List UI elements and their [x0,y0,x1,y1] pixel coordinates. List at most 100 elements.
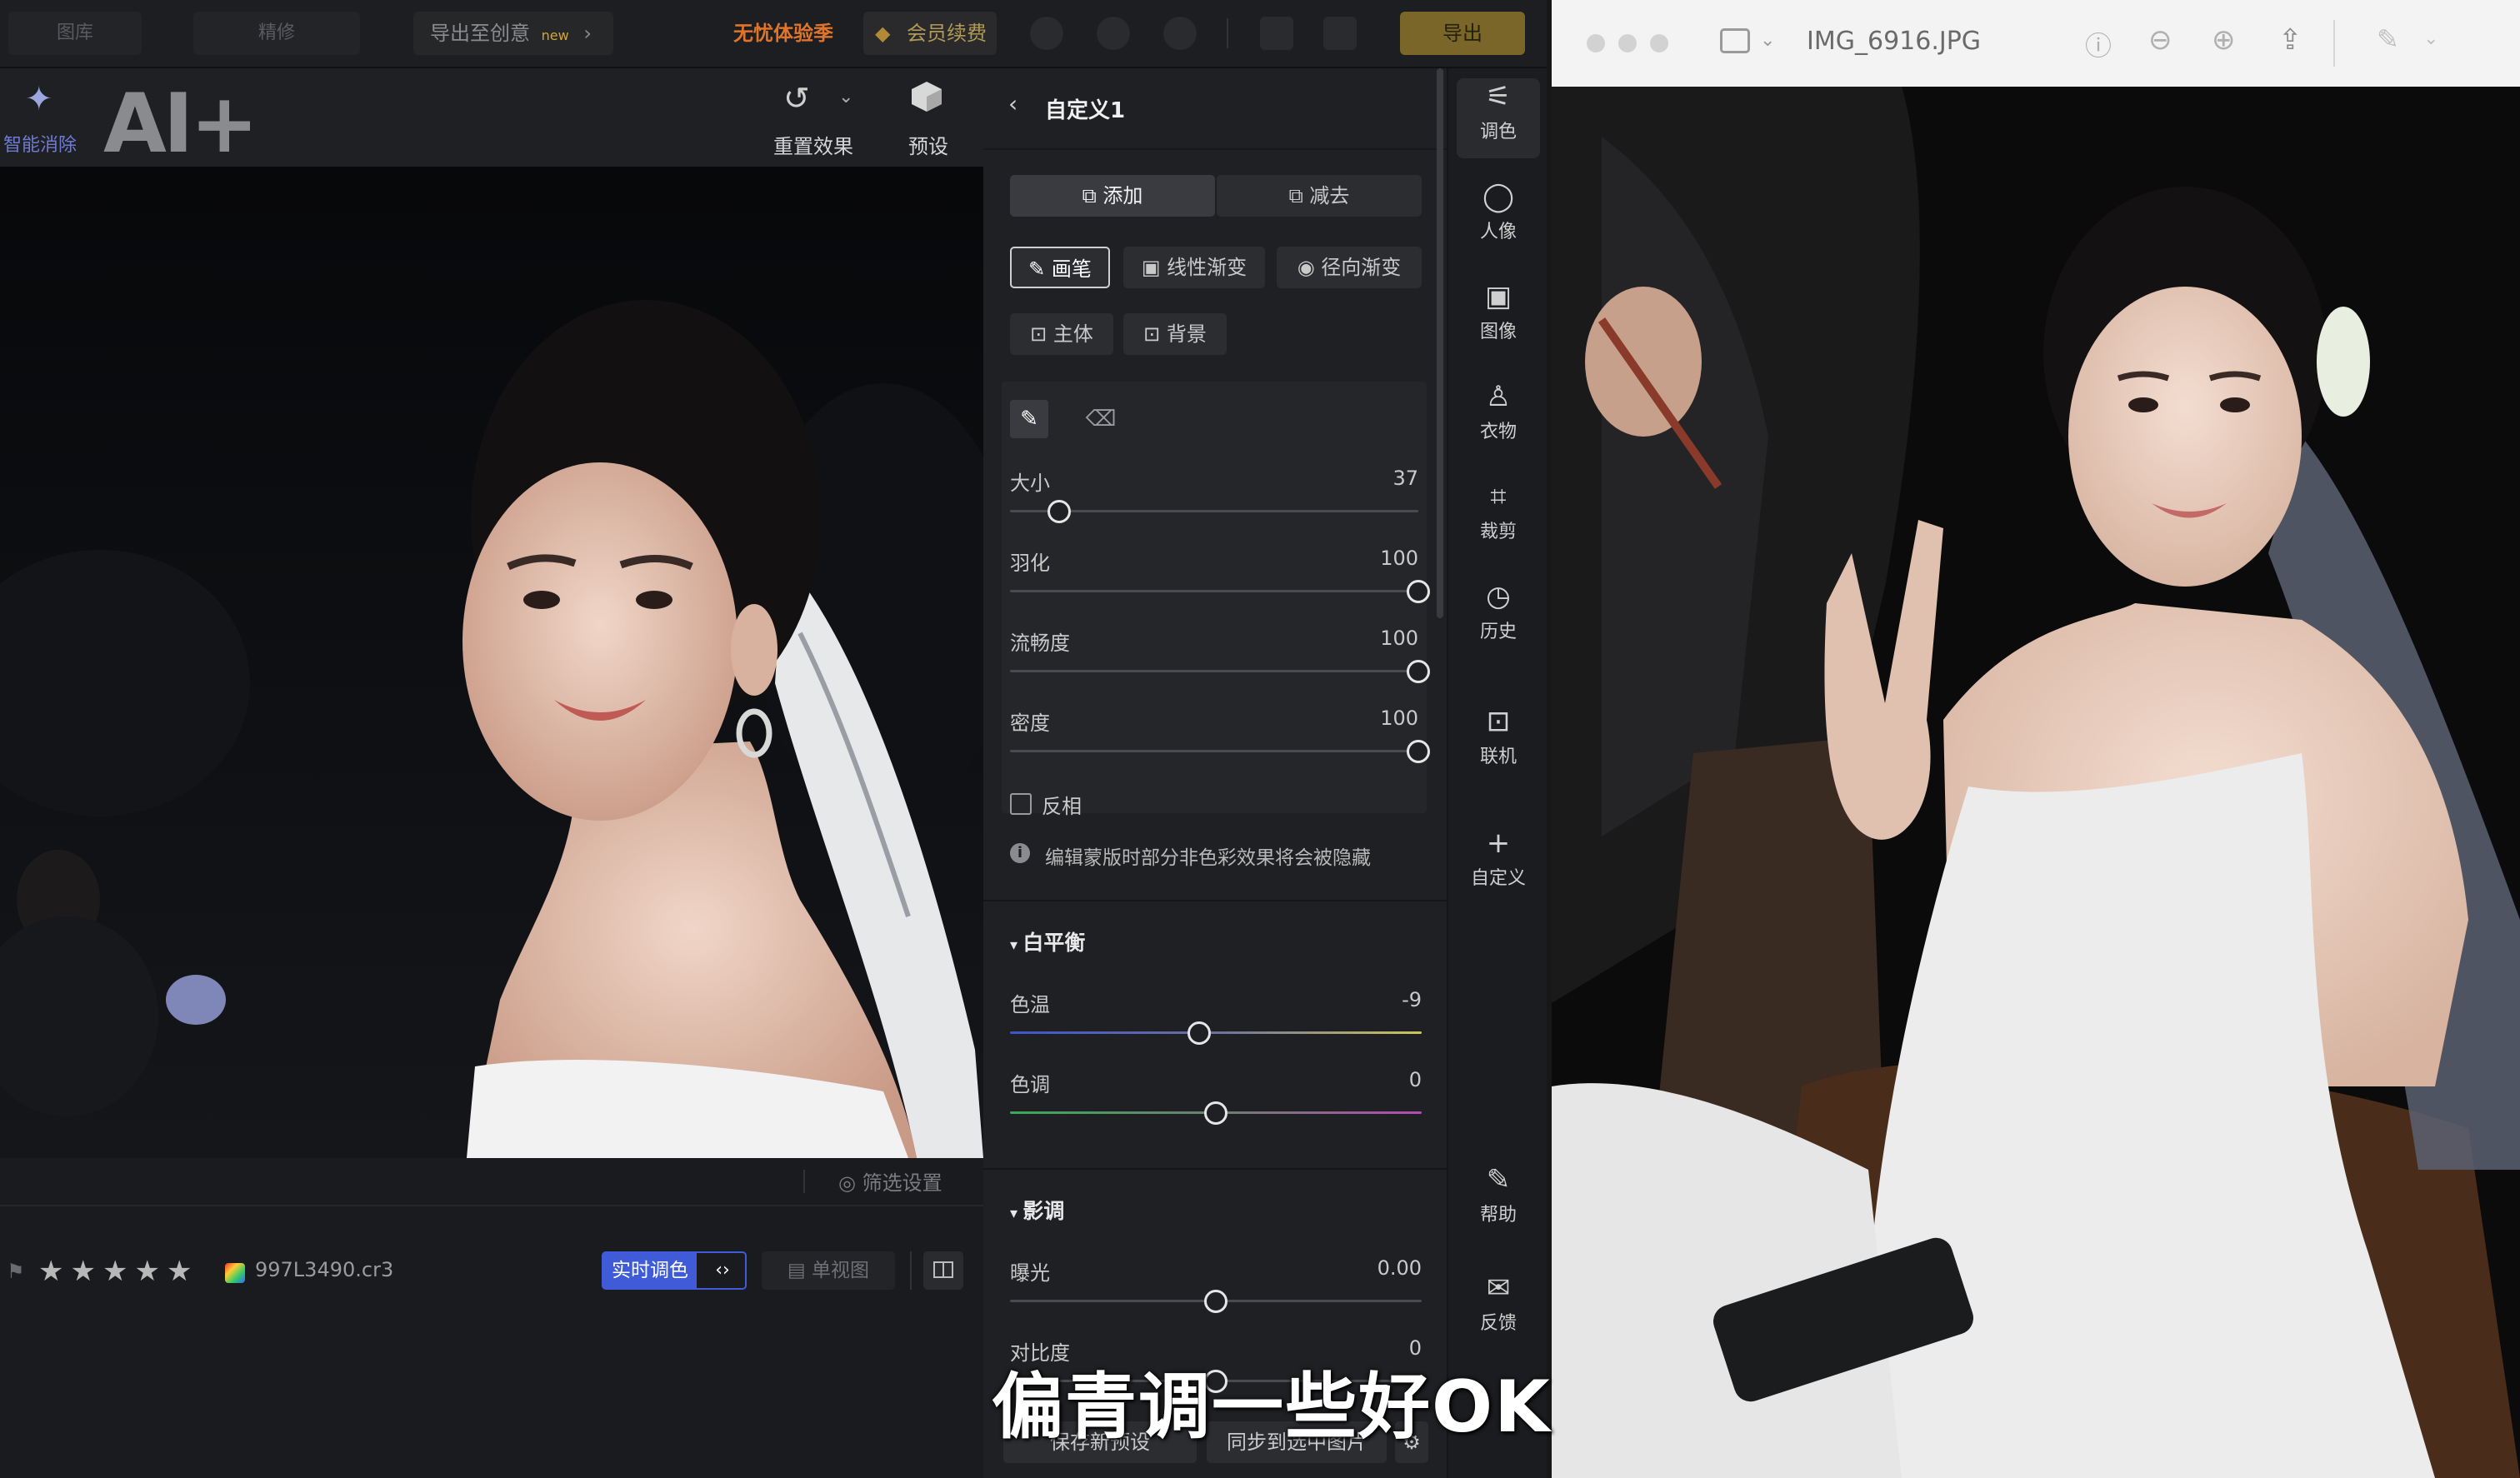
rail-item-0[interactable]: ⚟ 调色 [1457,80,1540,143]
chevron-down-icon[interactable]: ⌄ [2423,28,2438,49]
smart-erase-button[interactable]: 智能消除 [3,130,77,157]
tone-header[interactable]: ▾ 影调 [1010,1195,1064,1225]
chevron-down-icon[interactable]: ⌄ [838,87,853,107]
rail-item-3[interactable]: ♙ 衣物 [1457,380,1540,443]
renew-button[interactable]: ◆ 会员续费 [863,12,997,55]
history-icon: ◷ [1486,580,1511,613]
slider-label: 曝光 [1010,1261,1050,1285]
exit-icon[interactable] [1323,17,1357,50]
markup-pen-icon[interactable]: ✎ [2377,23,2399,55]
promo-label[interactable]: 无忧体验季 [733,12,833,55]
star-rating[interactable]: ★★★★★ [38,1255,198,1288]
rail-item-7[interactable]: + 自定义 [1457,826,1540,890]
rail-item-4[interactable]: ⌗ 裁剪 [1457,480,1540,543]
paint-brush-icon[interactable]: ✎ [1010,400,1048,438]
tone-title: 影调 [1022,1199,1065,1223]
export-creative-button[interactable]: 导出至创意 new › [413,12,613,55]
brush-label: 画笔 [1051,257,1092,281]
star-icon[interactable]: ★ [167,1255,198,1288]
subject-select-button[interactable]: ⊡ 主体 [1010,313,1113,355]
add-label: 添加 [1102,184,1143,207]
info-icon[interactable]: ⓘ [2085,25,2112,63]
slider-knob[interactable] [1204,1101,1228,1125]
rail-item-label: 联机 [1479,746,1517,767]
star-icon[interactable]: ★ [134,1255,166,1288]
back-icon[interactable]: ‹ [1008,90,1018,117]
radial-gradient-icon: ◉ [1297,256,1322,279]
brush-options: ✎ ⌫ 大小 37 羽化 100 流畅度 100 密度 100 [1002,382,1430,813]
background-select-button[interactable]: ⊡ 背景 [1123,313,1227,355]
slider-knob[interactable] [1407,740,1430,763]
flag-icon[interactable]: ⚑ [7,1260,25,1283]
slider-label: 色温 [1010,993,1050,1016]
star-icon[interactable]: ★ [102,1255,134,1288]
invert-label: 反相 [1042,795,1082,818]
linear-gradient-button[interactable]: ▣ 线性渐变 [1123,247,1265,288]
rail-item-5[interactable]: ◷ 历史 [1457,580,1540,643]
sparkle-icon: ✦ [25,80,53,118]
slider-track[interactable] [1010,510,1418,512]
rail-item-label: 反馈 [1479,1313,1517,1334]
tab-retouch[interactable]: 精修 [193,12,360,55]
preset-button[interactable]: 预设 [908,130,948,159]
subject-label: 主体 [1052,322,1093,346]
zoom-window-button[interactable] [1650,34,1668,52]
chevron-right-icon: › [583,22,592,45]
chevron-down-icon[interactable]: ⌄ [1760,30,1775,51]
slider-track[interactable] [1010,1031,1422,1034]
white-balance-header[interactable]: ▾ 白平衡 [1010,926,1085,956]
mask-title: 自定义1 [1045,98,1126,123]
user-icon[interactable] [1097,17,1130,50]
compare-view-button[interactable] [923,1251,963,1290]
slider-knob[interactable] [1204,1290,1228,1313]
slider-knob[interactable] [1407,580,1430,603]
bell-icon[interactable] [1163,17,1197,50]
reset-effect-button[interactable]: 重置效果 [773,130,853,159]
rail-item-label: 自定义 [1470,868,1526,889]
caption-subtitle: 偏青调一些好OK [992,1366,1552,1449]
rail-item-2[interactable]: ▣ 图像 [1457,280,1540,343]
rail-item-8[interactable]: ✎ 帮助 [1457,1163,1540,1226]
clothing-icon: ♙ [1485,380,1512,413]
zoom-out-icon[interactable]: ⊖ [2148,23,2172,57]
close-window-button[interactable] [1587,34,1605,52]
rail-item-6[interactable]: ⊡ 联机 [1457,705,1540,768]
brush-tool-button[interactable]: ✎ 画笔 [1010,247,1110,288]
slider-track[interactable] [1010,750,1418,752]
rail-item-1[interactable]: ◯ 人像 [1457,180,1540,243]
slider-knob[interactable] [1188,1021,1212,1045]
slider-label: 密度 [1010,712,1050,735]
slider-track[interactable] [1010,590,1418,592]
filter-settings-button[interactable]: ◎ 筛选设置 [838,1166,942,1196]
invert-checkbox[interactable] [1010,793,1032,815]
slider-knob[interactable] [1047,500,1071,523]
star-icon[interactable]: ★ [70,1255,102,1288]
tab-library[interactable]: 图库 [8,12,142,55]
add-mask-button[interactable]: ⧉ 添加 [1010,175,1215,217]
scrollbar[interactable] [1437,68,1443,618]
star-icon[interactable]: ★ [38,1255,70,1288]
rail-item-9[interactable]: ✉ 反馈 [1457,1271,1540,1335]
ai-plus-logo: AI+ [103,77,258,172]
share-icon[interactable]: ⇪ [2278,23,2302,57]
live-adjust-toggle[interactable]: 实时调色 ‹› [602,1251,747,1290]
divider [2333,20,2335,67]
zoom-in-icon[interactable]: ⊕ [2212,23,2236,57]
color-label-icon[interactable] [225,1263,245,1283]
sidebar-icon[interactable] [1720,28,1750,53]
export-button[interactable]: 导出 [1400,12,1525,55]
photo-canvas[interactable] [0,167,983,1158]
divider [1227,18,1228,48]
subtract-mask-button[interactable]: ⧉ 减去 [1217,175,1422,217]
radial-gradient-button[interactable]: ◉ 径向渐变 [1277,247,1422,288]
renew-label: 会员续费 [907,22,987,45]
headset-icon[interactable] [1030,17,1063,50]
cloud-icon[interactable] [1260,17,1293,50]
eraser-icon[interactable]: ⌫ [1082,400,1120,438]
minimize-window-button[interactable] [1618,34,1637,52]
slider-track[interactable] [1010,670,1418,672]
single-view-button[interactable]: ▤ 单视图 [762,1251,895,1290]
live-adjust-label: 实时调色 [603,1253,697,1288]
viewer-titlebar: ⌄ IMG_6916.JPG ⓘ ⊖ ⊕ ⇪ ✎ ⌄ [1552,0,2520,87]
slider-knob[interactable] [1407,660,1430,683]
